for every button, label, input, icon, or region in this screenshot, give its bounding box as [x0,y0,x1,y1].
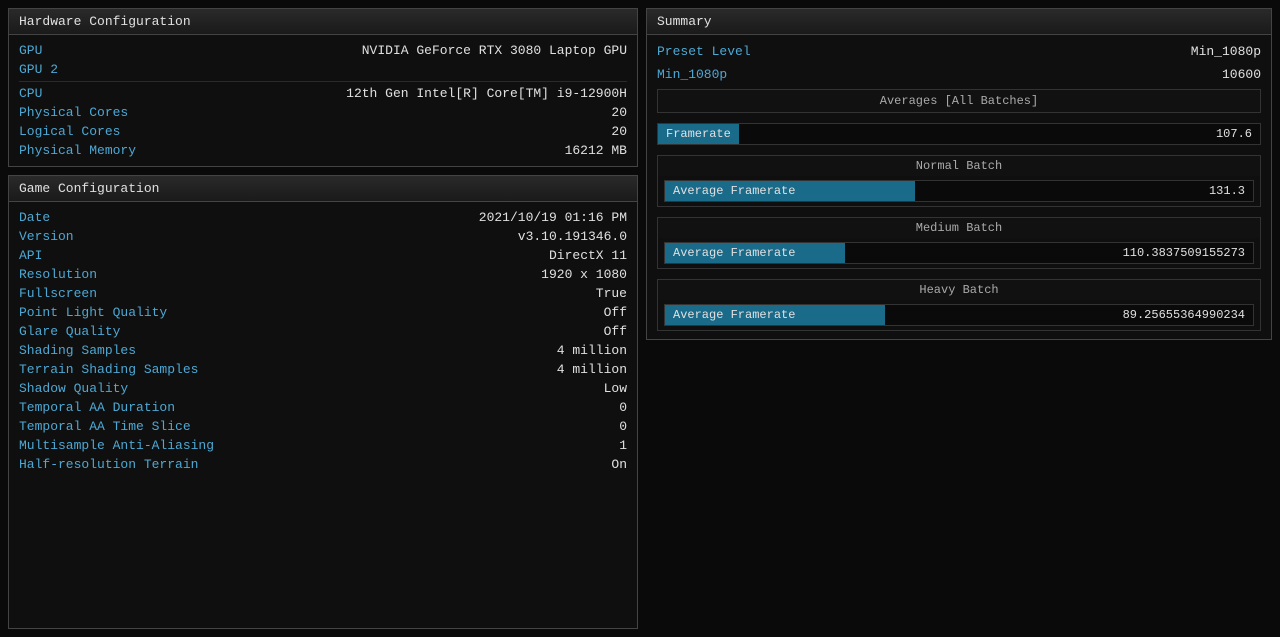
resolution-label: Resolution [19,267,97,282]
heavy-framerate-bar: Average Framerate 89.25655364990234 [664,304,1254,326]
temporal-aa-slice-label: Temporal AA Time Slice [19,419,191,434]
normal-avg-value: 131.3 [1201,181,1253,201]
framerate-bar-value: 107.6 [1208,124,1260,144]
shadow-row: Shadow Quality Low [19,379,627,398]
heavy-batch-header: Heavy Batch [658,280,1260,300]
fullscreen-row: Fullscreen True [19,284,627,303]
logical-cores-row: Logical Cores 20 [19,122,627,141]
preset-level-row: Preset Level Min_1080p [657,43,1261,60]
temporal-aa-duration-value: 0 [619,400,627,415]
physical-memory-value: 16212 MB [565,143,627,158]
medium-framerate-bar: Average Framerate 110.3837509155273 [664,242,1254,264]
msaa-value: 1 [619,438,627,453]
version-label: Version [19,229,74,244]
physical-memory-label: Physical Memory [19,143,136,158]
shadow-label: Shadow Quality [19,381,128,396]
resolution-row: Resolution 1920 x 1080 [19,265,627,284]
halfres-label: Half-resolution Terrain [19,457,198,472]
glare-row: Glare Quality Off [19,322,627,341]
game-config-header: Game Configuration [8,175,638,202]
point-light-row: Point Light Quality Off [19,303,627,322]
normal-framerate-bar: Average Framerate 131.3 [664,180,1254,202]
normal-batch-section: Normal Batch Average Framerate 131.3 [657,155,1261,207]
physical-cores-label: Physical Cores [19,105,128,120]
heavy-batch-content: Average Framerate 89.25655364990234 [658,300,1260,330]
fullscreen-value: True [596,286,627,301]
game-config-content: Date 2021/10/19 01:16 PM Version v3.10.1… [8,202,638,629]
min1080p-value: 10600 [1222,67,1261,82]
hw-divider [19,81,627,82]
halfres-row: Half-resolution Terrain On [19,455,627,474]
date-row: Date 2021/10/19 01:16 PM [19,208,627,227]
msaa-label: Multisample Anti-Aliasing [19,438,214,453]
preset-level-label: Preset Level [657,44,751,59]
shading-value: 4 million [557,343,627,358]
hardware-config-content: GPU NVIDIA GeForce RTX 3080 Laptop GPU G… [8,35,638,167]
shading-label: Shading Samples [19,343,136,358]
temporal-aa-duration-row: Temporal AA Duration 0 [19,398,627,417]
date-value: 2021/10/19 01:16 PM [479,210,627,225]
msaa-row: Multisample Anti-Aliasing 1 [19,436,627,455]
terrain-value: 4 million [557,362,627,377]
terrain-label: Terrain Shading Samples [19,362,198,377]
normal-batch-header: Normal Batch [658,156,1260,176]
min1080p-label: Min_1080p [657,67,727,82]
medium-batch-header: Medium Batch [658,218,1260,238]
framerate-bar-container: Framerate 107.6 [657,123,1261,145]
gpu-label: GPU [19,43,42,58]
gpu-value: NVIDIA GeForce RTX 3080 Laptop GPU [362,43,627,58]
date-label: Date [19,210,50,225]
temporal-aa-slice-row: Temporal AA Time Slice 0 [19,417,627,436]
normal-avg-label: Average Framerate [665,181,915,201]
logical-cores-label: Logical Cores [19,124,120,139]
glare-label: Glare Quality [19,324,120,339]
heavy-avg-value: 89.25655364990234 [1115,305,1253,325]
resolution-value: 1920 x 1080 [541,267,627,282]
halfres-value: On [611,457,627,472]
glare-value: Off [604,324,627,339]
temporal-aa-duration-label: Temporal AA Duration [19,400,175,415]
gpu2-row: GPU 2 [19,60,627,79]
terrain-row: Terrain Shading Samples 4 million [19,360,627,379]
heavy-avg-label: Average Framerate [665,305,885,325]
shading-row: Shading Samples 4 million [19,341,627,360]
cpu-label: CPU [19,86,42,101]
physical-cores-value: 20 [611,105,627,120]
point-light-label: Point Light Quality [19,305,167,320]
hardware-config-header: Hardware Configuration [8,8,638,35]
physical-cores-row: Physical Cores 20 [19,103,627,122]
fullscreen-label: Fullscreen [19,286,97,301]
cpu-value: 12th Gen Intel[R] Core[TM] i9-12900H [346,86,627,101]
preset-level-value: Min_1080p [1191,44,1261,59]
medium-avg-label: Average Framerate [665,243,845,263]
version-value: v3.10.191346.0 [518,229,627,244]
medium-batch-content: Average Framerate 110.3837509155273 [658,238,1260,268]
gpu-row: GPU NVIDIA GeForce RTX 3080 Laptop GPU [19,41,627,60]
physical-memory-row: Physical Memory 16212 MB [19,141,627,160]
temporal-aa-slice-value: 0 [619,419,627,434]
framerate-bar-label: Framerate [658,124,739,144]
min1080p-row: Min_1080p 10600 [657,66,1261,83]
summary-header: Summary [646,8,1272,35]
medium-avg-value: 110.3837509155273 [1115,243,1253,263]
gpu2-label: GPU 2 [19,62,58,77]
medium-batch-section: Medium Batch Average Framerate 110.38375… [657,217,1261,269]
api-label: API [19,248,42,263]
left-panel: Hardware Configuration GPU NVIDIA GeForc… [8,8,638,629]
point-light-value: Off [604,305,627,320]
api-row: API DirectX 11 [19,246,627,265]
api-value: DirectX 11 [549,248,627,263]
version-row: Version v3.10.191346.0 [19,227,627,246]
logical-cores-value: 20 [611,124,627,139]
right-panel: Summary Preset Level Min_1080p Min_1080p… [646,8,1272,629]
normal-batch-content: Average Framerate 131.3 [658,176,1260,206]
summary-content: Preset Level Min_1080p Min_1080p 10600 A… [646,35,1272,340]
averages-header: Averages [All Batches] [657,89,1261,113]
heavy-batch-section: Heavy Batch Average Framerate 89.2565536… [657,279,1261,331]
cpu-row: CPU 12th Gen Intel[R] Core[TM] i9-12900H [19,84,627,103]
shadow-value: Low [604,381,627,396]
